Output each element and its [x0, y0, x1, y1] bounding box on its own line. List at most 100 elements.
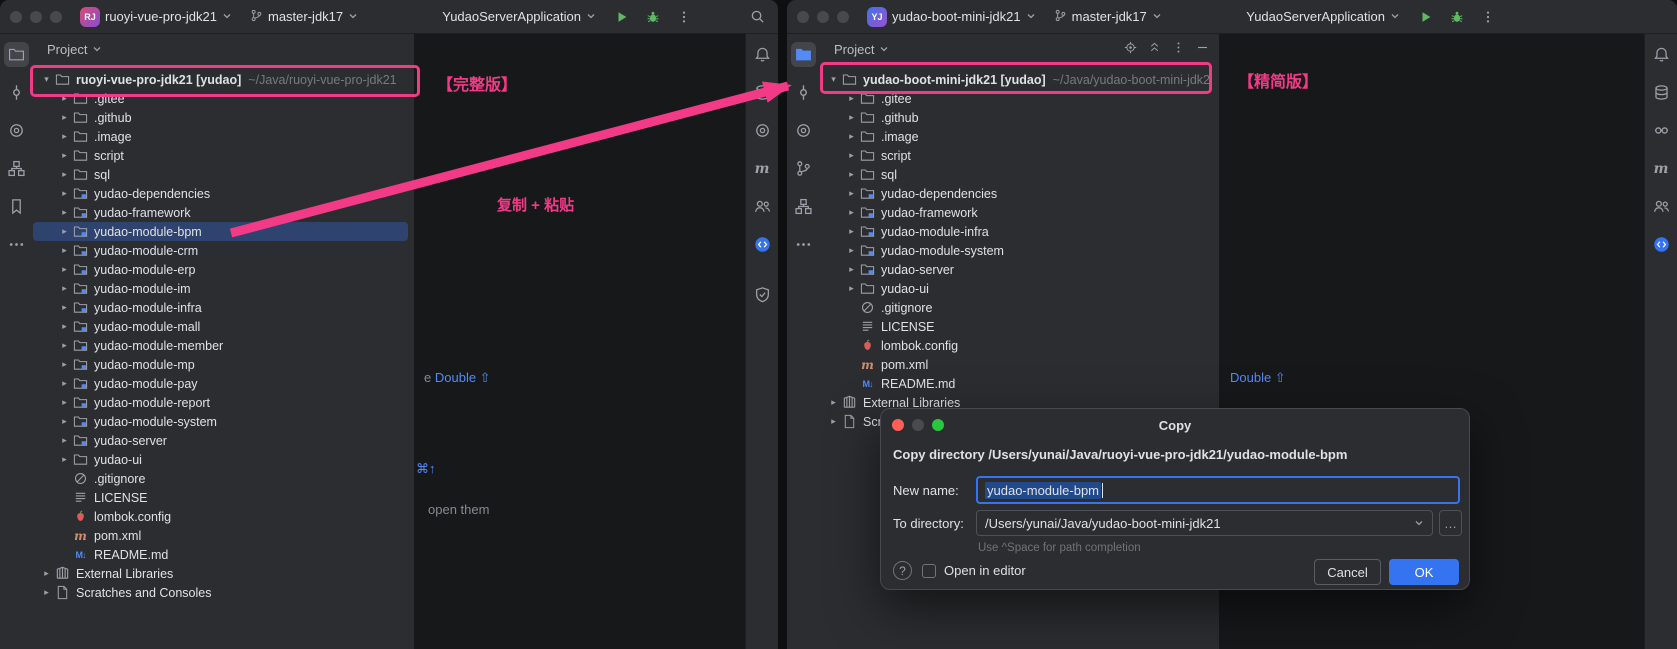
chevron-right-icon[interactable]: ▸ — [844, 260, 859, 279]
chevron-right-icon[interactable]: ▸ — [844, 89, 859, 108]
chevron-right-icon[interactable]: ▸ — [826, 393, 841, 412]
minimize-window-icon[interactable] — [817, 11, 829, 23]
tree-item-license[interactable]: LICENSE — [33, 488, 408, 507]
to-directory-combobox[interactable]: /Users/yunai/Java/yudao-boot-mini-jdk21 — [976, 510, 1433, 536]
code-with-me-icon[interactable] — [750, 232, 775, 257]
git-branch-tool-icon[interactable] — [791, 156, 816, 181]
maven-tool-icon[interactable]: m — [750, 156, 775, 181]
tree-item-yudao-module-crm[interactable]: ▸yudao-module-crm — [33, 241, 408, 260]
hide-panel-icon[interactable] — [1196, 41, 1209, 57]
tree-item-yudao-framework[interactable]: ▸yudao-framework — [33, 203, 408, 222]
panel-options-icon[interactable] — [1172, 41, 1185, 57]
collapse-all-icon[interactable] — [1148, 41, 1161, 57]
tree-item--github[interactable]: ▸.github — [33, 108, 408, 127]
tree-item-readme-md[interactable]: M↓README.md — [33, 545, 408, 564]
run-configuration-selector[interactable]: YudaoServerApplication — [1240, 6, 1406, 27]
tree-item-script[interactable]: ▸script — [33, 146, 408, 165]
chevron-right-icon[interactable]: ▸ — [844, 279, 859, 298]
tree-item-yudao-boot-mini-jdk21-yudao-[interactable]: ▾yudao-boot-mini-jdk21 [yudao]~/Java/yud… — [820, 70, 1213, 89]
tree-item--gitignore[interactable]: .gitignore — [33, 469, 408, 488]
tree-item-sql[interactable]: ▸sql — [820, 165, 1213, 184]
notifications-icon[interactable] — [1649, 42, 1674, 67]
code-with-me-icon[interactable] — [1649, 232, 1674, 257]
bookmarks-tool-icon[interactable] — [4, 194, 29, 219]
chevron-right-icon[interactable]: ▸ — [57, 184, 72, 203]
open-in-editor-checkbox[interactable] — [922, 564, 936, 578]
chevron-right-icon[interactable]: ▸ — [844, 165, 859, 184]
tree-item-pom-xml[interactable]: mpom.xml — [33, 526, 408, 545]
more-tools-icon[interactable] — [4, 232, 29, 257]
project-panel-header[interactable]: Project — [820, 34, 1219, 64]
tree-item--github[interactable]: ▸.github — [820, 108, 1213, 127]
collaboration-tool-icon[interactable] — [750, 194, 775, 219]
chevron-right-icon[interactable]: ▸ — [844, 127, 859, 146]
database-tool-icon[interactable] — [1649, 80, 1674, 105]
chevron-down-icon[interactable]: ▾ — [826, 70, 841, 89]
tree-item--image[interactable]: ▸.image — [33, 127, 408, 146]
more-actions-icon[interactable] — [1477, 6, 1499, 28]
new-name-input[interactable]: yudao-module-bpm — [976, 476, 1460, 504]
chevron-right-icon[interactable]: ▸ — [826, 412, 841, 431]
more-actions-icon[interactable] — [673, 6, 695, 28]
chevron-right-icon[interactable]: ▸ — [57, 317, 72, 336]
chevron-right-icon[interactable]: ▸ — [39, 564, 54, 583]
tree-item-yudao-server[interactable]: ▸yudao-server — [33, 431, 408, 450]
locate-file-icon[interactable] — [1124, 41, 1137, 57]
tree-item-yudao-ui[interactable]: ▸yudao-ui — [820, 279, 1213, 298]
run-button[interactable] — [611, 6, 633, 28]
tree-item-yudao-module-report[interactable]: ▸yudao-module-report — [33, 393, 408, 412]
chevron-right-icon[interactable]: ▸ — [57, 412, 72, 431]
chevron-down-icon[interactable] — [1414, 516, 1424, 531]
chevron-right-icon[interactable]: ▸ — [57, 431, 72, 450]
run-button[interactable] — [1415, 6, 1437, 28]
chevron-right-icon[interactable]: ▸ — [844, 146, 859, 165]
project-widget[interactable]: YJ yudao-boot-mini-jdk21 — [861, 4, 1042, 30]
tree-item-lombok-config[interactable]: lombok.config — [820, 336, 1213, 355]
tree-item-yudao-framework[interactable]: ▸yudao-framework — [820, 203, 1213, 222]
tree-item-yudao-ui[interactable]: ▸yudao-ui — [33, 450, 408, 469]
close-window-icon[interactable] — [797, 11, 809, 23]
chevron-right-icon[interactable]: ▸ — [57, 127, 72, 146]
collaboration-tool-icon[interactable] — [1649, 194, 1674, 219]
tree-item-yudao-module-erp[interactable]: ▸yudao-module-erp — [33, 260, 408, 279]
git-branch-widget[interactable]: master-jdk17 — [1048, 6, 1168, 28]
commit-tool-icon[interactable] — [4, 80, 29, 105]
database-tool-icon[interactable] — [750, 80, 775, 105]
tree-item-lombok-config[interactable]: lombok.config — [33, 507, 408, 526]
tree-item-yudao-module-bpm[interactable]: ▸yudao-module-bpm — [33, 222, 408, 241]
ai-assistant-tool-icon[interactable] — [750, 118, 775, 143]
notifications-icon[interactable] — [750, 42, 775, 67]
project-tool-icon[interactable] — [791, 42, 816, 67]
chevron-right-icon[interactable]: ▸ — [57, 355, 72, 374]
tree-item-yudao-dependencies[interactable]: ▸yudao-dependencies — [820, 184, 1213, 203]
git-branch-widget[interactable]: master-jdk17 — [244, 6, 364, 28]
maven-tool-icon[interactable]: m — [1649, 156, 1674, 181]
help-button[interactable]: ? — [893, 561, 912, 580]
chevron-right-icon[interactable]: ▸ — [57, 450, 72, 469]
window-controls[interactable] — [10, 11, 62, 23]
project-widget[interactable]: RJ ruoyi-vue-pro-jdk21 — [74, 4, 238, 30]
commit-tool-icon[interactable] — [791, 80, 816, 105]
chevron-right-icon[interactable]: ▸ — [57, 374, 72, 393]
tree-item-external-libraries[interactable]: ▸External Libraries — [33, 564, 408, 583]
tree-item-yudao-module-system[interactable]: ▸yudao-module-system — [33, 412, 408, 431]
window-controls[interactable] — [797, 11, 849, 23]
minimize-window-icon[interactable] — [30, 11, 42, 23]
zoom-window-icon[interactable] — [50, 11, 62, 23]
tree-item-ruoyi-vue-pro-jdk21-yudao-[interactable]: ▾ruoyi-vue-pro-jdk21 [yudao]~/Java/ruoyi… — [33, 70, 408, 89]
tree-item-pom-xml[interactable]: mpom.xml — [820, 355, 1213, 374]
tree-item-scratches-and-consoles[interactable]: ▸Scratches and Consoles — [33, 583, 408, 602]
chevron-right-icon[interactable]: ▸ — [57, 298, 72, 317]
tree-item-yudao-module-im[interactable]: ▸yudao-module-im — [33, 279, 408, 298]
tree-item-yudao-module-pay[interactable]: ▸yudao-module-pay — [33, 374, 408, 393]
cancel-button[interactable]: Cancel — [1314, 559, 1381, 585]
chevron-right-icon[interactable]: ▸ — [57, 279, 72, 298]
debug-button[interactable] — [642, 6, 664, 28]
structure-tool-icon[interactable] — [791, 194, 816, 219]
chevron-right-icon[interactable]: ▸ — [844, 203, 859, 222]
tree-item-yudao-module-infra[interactable]: ▸yudao-module-infra — [33, 298, 408, 317]
chevron-right-icon[interactable]: ▸ — [57, 260, 72, 279]
run-configuration-selector[interactable]: YudaoServerApplication — [436, 6, 602, 27]
more-tools-icon[interactable] — [791, 232, 816, 257]
ai-assistant-tool-icon[interactable] — [1649, 118, 1674, 143]
